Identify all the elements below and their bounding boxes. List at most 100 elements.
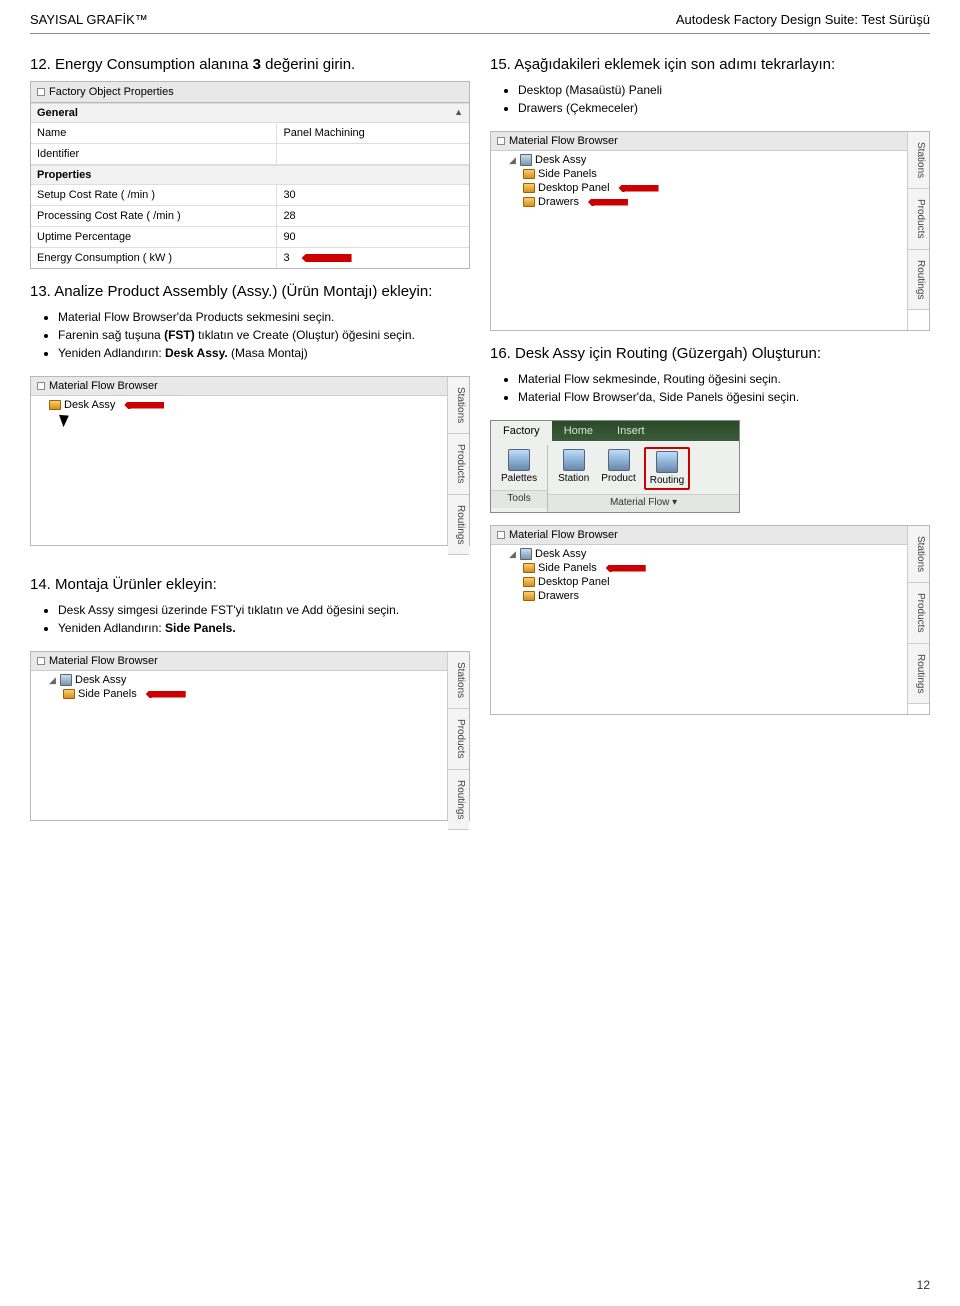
- ribbon-btn-routing[interactable]: Routing: [644, 447, 690, 490]
- tree-item-desktop-panel[interactable]: Desktop Panel: [495, 575, 903, 589]
- tab-routings[interactable]: Routings: [448, 770, 469, 830]
- tree-item-side-panels[interactable]: Side Panels: [495, 561, 903, 575]
- ribbon-tab-factory[interactable]: Factory: [491, 421, 552, 441]
- step14-bullets: Desk Assy simgesi üzerinde FST'yi tıklat…: [30, 601, 470, 637]
- tree-item-side-panels[interactable]: Side Panels: [495, 167, 903, 181]
- bullet-item: Farenin sağ tuşuna (FST) tıklatın ve Cre…: [58, 326, 470, 344]
- mfb-title-icon: [37, 382, 45, 390]
- tab-stations[interactable]: Stations: [448, 377, 469, 434]
- mfb-side-tabs: Stations Products Routings: [907, 132, 929, 330]
- section-properties[interactable]: Properties: [31, 165, 469, 185]
- prop-val[interactable]: 90: [277, 227, 469, 247]
- prop-val[interactable]: 28: [277, 206, 469, 226]
- bullet-item: Drawers (Çekmeceler): [518, 99, 930, 117]
- tab-products[interactable]: Products: [448, 434, 469, 494]
- ribbon-group-label: Tools: [491, 490, 547, 508]
- collapse-icon[interactable]: ▲: [454, 107, 463, 119]
- prop-row: Energy Consumption ( kW ) 3: [31, 248, 469, 268]
- mfb-tree: ◢ Desk Assy Side Panels: [31, 671, 447, 820]
- tab-products[interactable]: Products: [908, 189, 929, 249]
- bullet-item: Desk Assy simgesi üzerinde FST'yi tıklat…: [58, 601, 470, 619]
- panel-title-text: Factory Object Properties: [49, 86, 174, 98]
- page-header: SAYISAL GRAFİK™ Autodesk Factory Design …: [0, 0, 960, 31]
- section-general[interactable]: General ▲: [31, 103, 469, 123]
- prop-val[interactable]: [277, 144, 469, 164]
- tree-item-desk-assy[interactable]: ◢ Desk Assy: [35, 673, 443, 687]
- caret-icon[interactable]: ◢: [509, 155, 517, 166]
- arrow-icon: [619, 185, 659, 192]
- mfb-title-text: Material Flow Browser: [49, 655, 158, 667]
- prop-key: Energy Consumption ( kW ): [31, 248, 277, 268]
- tab-stations[interactable]: Stations: [908, 132, 929, 189]
- ribbon-tab-insert[interactable]: Insert: [605, 421, 657, 441]
- assembly-icon: [60, 674, 72, 686]
- prop-val[interactable]: Panel Machining: [277, 123, 469, 143]
- cursor-icon: [61, 413, 75, 427]
- tab-routings[interactable]: Routings: [908, 644, 929, 704]
- tab-routings[interactable]: Routings: [908, 250, 929, 310]
- prop-key: Uptime Percentage: [31, 227, 277, 247]
- assembly-icon: [520, 154, 532, 166]
- tree-item-label: Desk Assy: [75, 674, 126, 686]
- prop-key: Name: [31, 123, 277, 143]
- prop-key: Identifier: [31, 144, 277, 164]
- caret-icon[interactable]: ◢: [509, 549, 517, 560]
- bullet-item: Material Flow Browser'da, Side Panels öğ…: [518, 388, 930, 406]
- bullet-item: Material Flow sekmesinde, Routing öğesin…: [518, 370, 930, 388]
- ribbon-btn-station[interactable]: Station: [554, 447, 593, 490]
- step15-bullets: Desktop (Masaüstü) Paneli Drawers (Çekme…: [490, 81, 930, 117]
- panel-title: Factory Object Properties: [31, 82, 469, 103]
- mfb-title-text: Material Flow Browser: [49, 380, 158, 392]
- step16-bullets: Material Flow sekmesinde, Routing öğesin…: [490, 370, 930, 406]
- step15-title: 15. Aşağıdakileri eklemek için son adımı…: [490, 56, 930, 73]
- step13-bullets: Material Flow Browser'da Products sekmes…: [30, 308, 470, 362]
- ribbon-btn-label: Product: [601, 473, 635, 484]
- step16-title: 16. Desk Assy için Routing (Güzergah) Ol…: [490, 345, 930, 362]
- ribbon-btn-palettes[interactable]: Palettes: [497, 447, 541, 486]
- product-icon: [63, 689, 75, 699]
- cursor: [35, 412, 443, 428]
- step13-title: 13. Analize Product Assembly (Assy.) (Ür…: [30, 283, 470, 300]
- prop-val-highlight[interactable]: 3: [277, 248, 469, 268]
- tree-item-desk-assy[interactable]: Desk Assy: [35, 398, 443, 412]
- arrow-icon: [302, 254, 352, 262]
- ribbon-tab-home[interactable]: Home: [552, 421, 605, 441]
- tab-products[interactable]: Products: [448, 709, 469, 769]
- ribbon-btn-product[interactable]: Product: [597, 447, 639, 490]
- tree-item-desktop-panel[interactable]: Desktop Panel: [495, 181, 903, 195]
- prop-row: Processing Cost Rate ( /min ) 28: [31, 206, 469, 227]
- product-icon: [523, 591, 535, 601]
- ribbon-btn-label: Routing: [650, 475, 684, 486]
- tree-item-side-panels[interactable]: Side Panels: [35, 687, 443, 701]
- mfb-title: Material Flow Browser: [491, 526, 907, 545]
- tab-stations[interactable]: Stations: [908, 526, 929, 583]
- product-icon: [523, 183, 535, 193]
- mfb-title-icon: [497, 137, 505, 145]
- tree-item-label: Desk Assy: [535, 548, 586, 560]
- tab-stations[interactable]: Stations: [448, 652, 469, 709]
- step12-title-bold: 3: [253, 56, 261, 73]
- factory-object-properties-panel: Factory Object Properties General ▲ Name…: [30, 81, 470, 269]
- tree-item-drawers[interactable]: Drawers: [495, 589, 903, 603]
- page-number: 12: [917, 1278, 930, 1292]
- product-icon: [523, 197, 535, 207]
- tree-item-label: Side Panels: [538, 562, 597, 574]
- tree-item-desk-assy[interactable]: ◢ Desk Assy: [495, 547, 903, 561]
- tree-item-desk-assy[interactable]: ◢ Desk Assy: [495, 153, 903, 167]
- material-flow-browser: Material Flow Browser ◢ Desk Assy Side P…: [490, 525, 930, 715]
- tree-item-drawers[interactable]: Drawers: [495, 195, 903, 209]
- tab-products[interactable]: Products: [908, 583, 929, 643]
- mfb-side-tabs: Stations Products Routings: [447, 652, 469, 820]
- tab-routings[interactable]: Routings: [448, 495, 469, 555]
- mfb-title: Material Flow Browser: [31, 652, 447, 671]
- section-properties-label: Properties: [37, 169, 91, 181]
- mfb-tree: ◢ Desk Assy Side Panels Desktop Panel: [491, 151, 907, 330]
- caret-icon[interactable]: ◢: [49, 675, 57, 686]
- tree-item-label: Side Panels: [538, 168, 597, 180]
- prop-key: Processing Cost Rate ( /min ): [31, 206, 277, 226]
- ribbon-btn-label: Palettes: [501, 473, 537, 484]
- prop-key: Setup Cost Rate ( /min ): [31, 185, 277, 205]
- product-icon: [49, 400, 61, 410]
- ribbon-body: Palettes Tools Station Produc: [491, 441, 739, 512]
- prop-val[interactable]: 30: [277, 185, 469, 205]
